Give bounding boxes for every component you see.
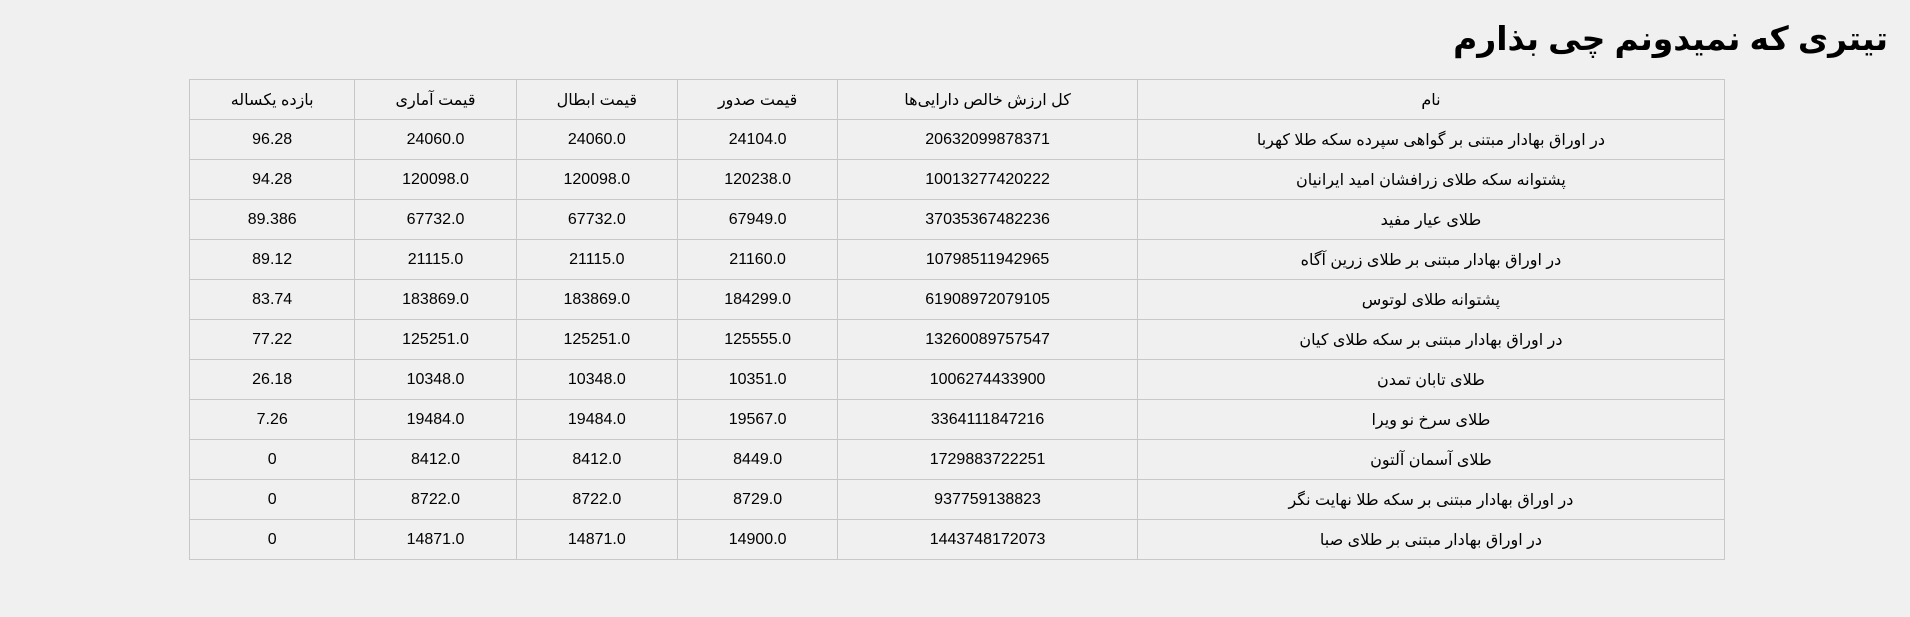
cell-cancel-price: 10348.0: [515, 359, 678, 400]
header-cancel-price[interactable]: قیمت ابطال: [515, 79, 678, 120]
cell-issue-price: 14900.0: [676, 519, 839, 560]
funds-table-container: نام کل ارزش خالص دارایی‌ها قیمت صدور قیم…: [188, 79, 1726, 560]
cell-nav: 20632099878371: [837, 119, 1138, 160]
cell-annual-return: 94.28: [188, 159, 356, 200]
cell-name: پشتوانه سکه طلای زرافشان امید ایرانیان: [1136, 159, 1726, 200]
cell-annual-return: 89.386: [188, 199, 356, 240]
table-body: در اوراق بهادار مبتنی بر گواهی سپرده سکه…: [188, 119, 1726, 560]
cell-cancel-price: 8722.0: [515, 479, 678, 520]
cell-nav: 37035367482236: [837, 199, 1138, 240]
cell-stat-price: 120098.0: [354, 159, 517, 200]
cell-name: در اوراق بهادار مبتنی بر طلای صبا: [1136, 519, 1726, 560]
cell-name: در اوراق بهادار مبتنی بر سکه طلا نهایت ن…: [1136, 479, 1726, 520]
cell-stat-price: 14871.0: [354, 519, 517, 560]
cell-nav: 3364111847216: [837, 399, 1138, 440]
header-name[interactable]: نام: [1136, 79, 1726, 120]
cell-name: طلای تابان تمدن: [1136, 359, 1726, 400]
cell-stat-price: 19484.0: [354, 399, 517, 440]
cell-stat-price: 67732.0: [354, 199, 517, 240]
cell-stat-price: 24060.0: [354, 119, 517, 160]
table-row[interactable]: در اوراق بهادار مبتنی بر سکه طلای کیان 13…: [188, 319, 1726, 360]
cell-cancel-price: 120098.0: [515, 159, 678, 200]
cell-issue-price: 184299.0: [676, 279, 839, 320]
header-stat-price[interactable]: قیمت آماری: [354, 79, 517, 120]
cell-issue-price: 21160.0: [676, 239, 839, 280]
cell-nav: 10798511942965: [837, 239, 1138, 280]
cell-cancel-price: 8412.0: [515, 439, 678, 480]
cell-stat-price: 125251.0: [354, 319, 517, 360]
cell-annual-return: 0: [188, 519, 356, 560]
cell-issue-price: 125555.0: [676, 319, 839, 360]
cell-name: طلای سرخ نو ویرا: [1136, 399, 1726, 440]
table-row[interactable]: طلای تابان تمدن 1006274433900 10351.0 10348…: [188, 359, 1726, 400]
cell-stat-price: 10348.0: [354, 359, 517, 400]
cell-name: طلای عیار مفید: [1136, 199, 1726, 240]
table-row[interactable]: در اوراق بهادار مبتنی بر گواهی سپرده سکه…: [188, 119, 1726, 160]
cell-annual-return: 89.12: [188, 239, 356, 280]
cell-nav: 1443748172073: [837, 519, 1138, 560]
cell-stat-price: 21115.0: [354, 239, 517, 280]
cell-cancel-price: 19484.0: [515, 399, 678, 440]
cell-annual-return: 96.28: [188, 119, 356, 160]
cell-annual-return: 26.18: [188, 359, 356, 400]
cell-cancel-price: 14871.0: [515, 519, 678, 560]
page-title: تیتری که نمیدونم چی بذارم: [1453, 20, 1888, 57]
cell-name: طلای آسمان آلتون: [1136, 439, 1726, 480]
cell-annual-return: 0: [188, 439, 356, 480]
header-row: نام کل ارزش خالص دارایی‌ها قیمت صدور قیم…: [188, 79, 1726, 120]
cell-nav: 937759138823: [837, 479, 1138, 520]
cell-name: پشتوانه طلای لوتوس: [1136, 279, 1726, 320]
cell-annual-return: 0: [188, 479, 356, 520]
cell-annual-return: 83.74: [188, 279, 356, 320]
cell-issue-price: 8729.0: [676, 479, 839, 520]
table-row[interactable]: در اوراق بهادار مبتنی بر سکه طلا نهایت ن…: [188, 479, 1726, 520]
table-header: نام کل ارزش خالص دارایی‌ها قیمت صدور قیم…: [188, 79, 1726, 120]
cell-issue-price: 67949.0: [676, 199, 839, 240]
table-row[interactable]: در اوراق بهادار مبتنی بر طلای زرین آگاه 1…: [188, 239, 1726, 280]
cell-stat-price: 183869.0: [354, 279, 517, 320]
header-issue-price[interactable]: قیمت صدور: [676, 79, 839, 120]
cell-cancel-price: 21115.0: [515, 239, 678, 280]
cell-nav: 61908972079105: [837, 279, 1138, 320]
cell-stat-price: 8722.0: [354, 479, 517, 520]
cell-issue-price: 10351.0: [676, 359, 839, 400]
cell-annual-return: 77.22: [188, 319, 356, 360]
cell-name: در اوراق بهادار مبتنی بر گواهی سپرده سکه…: [1136, 119, 1726, 160]
cell-name: در اوراق بهادار مبتنی بر سکه طلای کیان: [1136, 319, 1726, 360]
table-row[interactable]: طلای آسمان آلتون 1729883722251 8449.0 8412.…: [188, 439, 1726, 480]
table-row[interactable]: پشتوانه سکه طلای زرافشان امید ایرانیان 10…: [188, 159, 1726, 200]
cell-name: در اوراق بهادار مبتنی بر طلای زرین آگاه: [1136, 239, 1726, 280]
cell-issue-price: 8449.0: [676, 439, 839, 480]
cell-nav: 1729883722251: [837, 439, 1138, 480]
cell-issue-price: 24104.0: [676, 119, 839, 160]
cell-issue-price: 19567.0: [676, 399, 839, 440]
cell-cancel-price: 24060.0: [515, 119, 678, 160]
page: تیتری که نمیدونم چی بذارم نام کل ارزش خا…: [0, 0, 1910, 617]
cell-nav: 10013277420222: [837, 159, 1138, 200]
cell-issue-price: 120238.0: [676, 159, 839, 200]
cell-nav: 1006274433900: [837, 359, 1138, 400]
cell-nav: 13260089757547: [837, 319, 1138, 360]
cell-cancel-price: 183869.0: [515, 279, 678, 320]
table-row[interactable]: پشتوانه طلای لوتوس 61908972079105 184299.0…: [188, 279, 1726, 320]
cell-annual-return: 7.26: [188, 399, 356, 440]
funds-table: نام کل ارزش خالص دارایی‌ها قیمت صدور قیم…: [188, 79, 1726, 560]
table-row[interactable]: طلای سرخ نو ویرا 3364111847216 19567.0 1948…: [188, 399, 1726, 440]
header-annual-return[interactable]: بازده یکساله: [188, 79, 356, 120]
cell-cancel-price: 67732.0: [515, 199, 678, 240]
table-row[interactable]: طلای عیار مفید 37035367482236 67949.0 67732…: [188, 199, 1726, 240]
cell-stat-price: 8412.0: [354, 439, 517, 480]
header-nav[interactable]: کل ارزش خالص دارایی‌ها: [837, 79, 1138, 120]
cell-cancel-price: 125251.0: [515, 319, 678, 360]
table-row[interactable]: در اوراق بهادار مبتنی بر طلای صبا 1443748…: [188, 519, 1726, 560]
